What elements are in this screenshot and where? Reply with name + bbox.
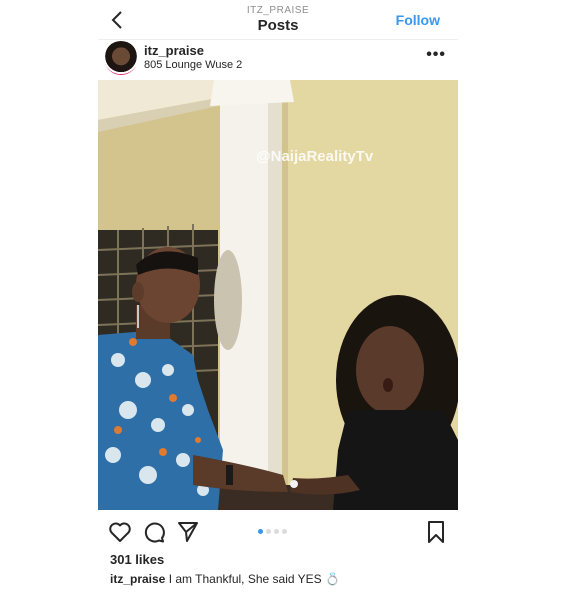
- post-view: ITZ_PRAISE Posts Follow itz_praise 805 L…: [98, 0, 458, 597]
- carousel-dot: [282, 529, 287, 534]
- caption-username[interactable]: itz_praise: [110, 572, 165, 586]
- carousel-dot: [258, 529, 263, 534]
- photo-watermark: @NaijaRealityTv: [256, 148, 374, 165]
- post-caption: itz_praise I am Thankful, She said YES 💍: [110, 572, 340, 586]
- post-actions: [98, 514, 458, 548]
- caption-text: I am Thankful, She said YES 💍: [168, 572, 340, 586]
- carousel-indicator: [258, 529, 287, 534]
- likes-count[interactable]: 301 likes: [110, 552, 164, 567]
- follow-button[interactable]: Follow: [396, 12, 440, 28]
- top-bar: ITZ_PRAISE Posts Follow: [98, 0, 458, 40]
- post-location[interactable]: 805 Lounge Wuse 2: [144, 59, 242, 71]
- like-button[interactable]: [108, 520, 132, 544]
- comment-icon: [144, 522, 165, 543]
- avatar[interactable]: [104, 41, 138, 75]
- bookmark-icon: [428, 521, 444, 543]
- heart-icon: [109, 522, 131, 542]
- comment-button[interactable]: [142, 520, 166, 544]
- post-header: itz_praise 805 Lounge Wuse 2 •••: [98, 40, 458, 78]
- more-options-button[interactable]: •••: [426, 46, 446, 64]
- send-icon: [178, 522, 198, 542]
- carousel-dot: [274, 529, 279, 534]
- post-photo[interactable]: @NaijaRealityTv: [98, 80, 458, 510]
- share-button[interactable]: [176, 520, 200, 544]
- engagement-photo: [98, 80, 458, 510]
- post-username[interactable]: itz_praise: [144, 43, 204, 58]
- save-button[interactable]: [424, 520, 448, 544]
- carousel-dot: [266, 529, 271, 534]
- more-options-icon: •••: [426, 46, 446, 63]
